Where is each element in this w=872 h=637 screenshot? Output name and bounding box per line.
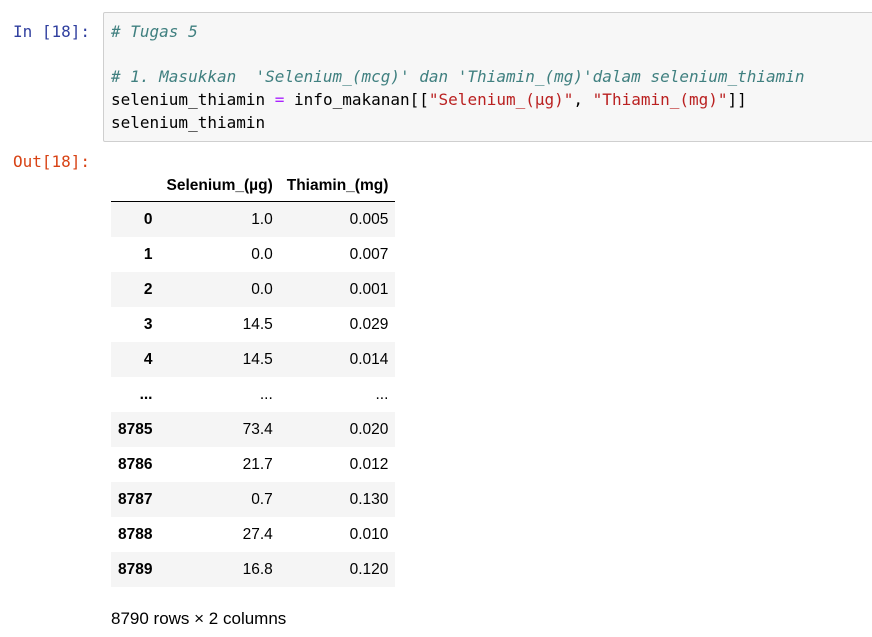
- cell-thiamin: ...: [375, 385, 389, 403]
- row-index: 2: [143, 280, 153, 298]
- cell-selenium: 0.0: [251, 245, 273, 263]
- cell-thiamin: 0.010: [349, 525, 389, 543]
- table-row: 0 1.0 0.005: [111, 201, 396, 237]
- cell-selenium: 0.7: [251, 490, 273, 508]
- code-comment-instruction: # 1. Masukkan 'Selenium_(mcg)' dan 'Thia…: [111, 67, 805, 87]
- row-index: ...: [139, 385, 153, 403]
- table-row: 4 14.5 0.014: [111, 342, 396, 377]
- cell-selenium: ...: [259, 385, 273, 403]
- code-expr-end: ]]: [727, 90, 747, 110]
- row-index: 8788: [118, 525, 153, 543]
- code-input-area[interactable]: # Tugas 5 # 1. Masukkan 'Selenium_(mcg)'…: [103, 12, 872, 142]
- cell-selenium: 73.4: [242, 420, 273, 438]
- header-row: Selenium_(µg) Thiamin_(mg): [111, 170, 396, 202]
- cell-thiamin: 0.007: [349, 245, 389, 263]
- cell-thiamin: 0.130: [349, 490, 389, 508]
- index-header: [111, 170, 160, 202]
- table-row: 3 14.5 0.029: [111, 307, 396, 342]
- code-sep: ,: [573, 90, 593, 110]
- cell-selenium: 21.7: [242, 455, 273, 473]
- table-row: 8787 0.7 0.130: [111, 482, 396, 517]
- cell-selenium: 14.5: [242, 315, 273, 333]
- output-area: Selenium_(µg) Thiamin_(mg) 0 1.0 0.005 1…: [111, 170, 396, 629]
- row-index: 8789: [118, 560, 153, 578]
- dataframe-table: Selenium_(µg) Thiamin_(mg) 0 1.0 0.005 1…: [111, 170, 396, 587]
- cell-thiamin: 0.012: [349, 455, 389, 473]
- cell-selenium: 16.8: [242, 560, 273, 578]
- cell-thiamin: 0.005: [349, 210, 389, 228]
- code-string-thiamin: "Thiamin_(mg)": [592, 90, 728, 110]
- row-index: 3: [143, 315, 153, 333]
- code-string-selenium: "Selenium_(µg)": [428, 90, 574, 110]
- input-prompt: In [18]:: [13, 22, 91, 41]
- code-output-var: selenium_thiamin: [111, 112, 266, 132]
- row-index: 8785: [118, 420, 153, 438]
- table-row: 2 0.0 0.001: [111, 272, 396, 307]
- cell-selenium: 1.0: [251, 210, 273, 228]
- cell-thiamin: 0.120: [349, 560, 389, 578]
- cell-selenium: 0.0: [251, 280, 273, 298]
- row-index: 1: [143, 245, 153, 263]
- code-var: selenium_thiamin: [111, 90, 275, 110]
- cell-thiamin: 0.029: [349, 315, 389, 333]
- code-editor[interactable]: # Tugas 5 # 1. Masukkan 'Selenium_(mcg)'…: [111, 21, 805, 135]
- cell-thiamin: 0.014: [349, 350, 389, 368]
- cell-selenium: 27.4: [242, 525, 273, 543]
- output-prompt: Out[18]:: [13, 152, 91, 171]
- code-comment-title: # Tugas 5: [111, 22, 198, 41]
- row-index: 4: [143, 350, 153, 368]
- table-row: 8785 73.4 0.020: [111, 412, 396, 447]
- cell-thiamin: 0.001: [349, 280, 389, 298]
- table-row: 1 0.0 0.007: [111, 237, 396, 272]
- code-operator: =: [274, 90, 285, 110]
- code-expr-start: info_makanan[[: [284, 90, 429, 110]
- column-header-thiamin: Thiamin_(mg): [279, 170, 396, 202]
- table-body: 0 1.0 0.005 1 0.0 0.007 2 0.0 0.001 3 14…: [111, 201, 396, 587]
- table-row: 8786 21.7 0.012: [111, 447, 396, 482]
- row-index: 0: [143, 210, 153, 228]
- table-row-ellipsis: ... ... ...: [111, 377, 396, 412]
- table-row: 8788 27.4 0.010: [111, 517, 396, 552]
- row-index: 8787: [118, 490, 153, 508]
- row-index: 8786: [118, 455, 153, 473]
- column-header-selenium: Selenium_(µg): [159, 170, 280, 202]
- cell-thiamin: 0.020: [349, 420, 389, 438]
- cell-selenium: 14.5: [242, 350, 273, 368]
- table-row: 8789 16.8 0.120: [111, 552, 396, 587]
- dataframe-shape: 8790 rows × 2 columns: [111, 609, 287, 628]
